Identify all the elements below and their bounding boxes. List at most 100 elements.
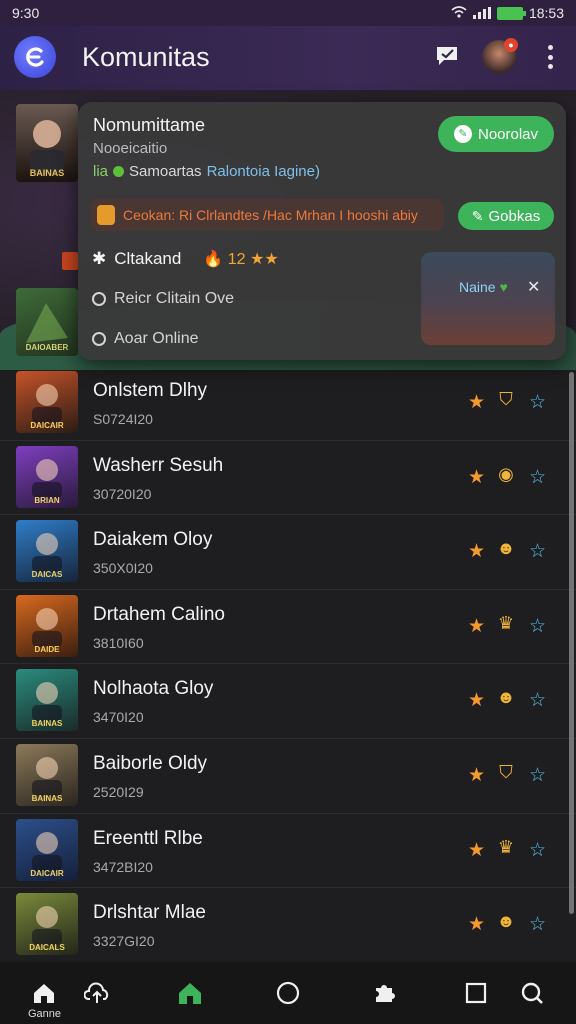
list-item[interactable]: DAICAIR Onlstem Dlhy S0724I20 ★ ⛉ ☆ (0, 366, 576, 441)
popup-meta: lia Samoartas Ralontoia Iagine) (93, 163, 320, 180)
game-thumbnail[interactable]: DAICAS (16, 520, 78, 583)
game-thumbnail[interactable]: BRIAN (16, 445, 78, 508)
circle-icon (92, 332, 106, 346)
list-item[interactable]: BAINAS Nolhaota Gloy 3470I20 ★ ☻ ☆ (0, 664, 576, 739)
signal-icon (472, 7, 491, 19)
star-outline-icon[interactable]: ☆ (529, 615, 546, 638)
featured-side-thumbnail[interactable]: DAIOABER (16, 288, 78, 356)
red-tag-icon (62, 252, 78, 270)
game-thumbnail[interactable]: DAICAIR (16, 371, 78, 433)
meta-link[interactable]: Ralontoia Iagine) (207, 163, 320, 180)
crown-icon[interactable]: ♛ (494, 837, 518, 861)
app-logo-icon[interactable] (14, 36, 56, 78)
game-number: 30720I20 (93, 485, 152, 502)
home-active-icon[interactable] (175, 978, 205, 1008)
level-label: lia (93, 163, 109, 180)
page-title: Komunitas (82, 42, 210, 72)
cloud-upload-icon[interactable] (82, 978, 112, 1008)
game-number: 3327GI20 (93, 933, 155, 950)
coin-icon (97, 205, 115, 225)
puzzle-icon[interactable] (369, 978, 399, 1008)
game-name: Nolhaota Gloy (93, 678, 214, 700)
star-outline-icon[interactable]: ☆ (529, 466, 546, 489)
list-item[interactable]: BRIAN Washerr Sesuh 30720I20 ★ ◉ ☆ (0, 441, 576, 516)
game-number: S0724I20 (93, 411, 153, 427)
star-icon[interactable]: ★ (468, 466, 485, 489)
search-icon[interactable] (517, 978, 547, 1008)
game-number: 3472BI20 (93, 858, 153, 875)
notification-badge: ● (504, 38, 518, 52)
status-bar: 9:30 18:53 (0, 0, 576, 26)
rank-score: 🔥 12 ★★ (203, 251, 279, 268)
mini-card[interactable]: Naine ♥ ✕ (421, 252, 555, 345)
leaf-icon: ✎ (453, 125, 472, 143)
game-thumbnail[interactable]: BAINAS (16, 669, 78, 732)
star-icon[interactable]: ★ (468, 689, 485, 712)
crown-icon[interactable]: ♛ (494, 613, 518, 637)
star-icon[interactable]: ★ (468, 764, 485, 787)
status-right-time: 18:53 (528, 5, 564, 21)
square-icon[interactable] (461, 978, 491, 1008)
star-outline-icon[interactable]: ☆ (529, 839, 546, 862)
game-name: Drlshtar Mlae (93, 902, 206, 924)
star-icon[interactable]: ★ (468, 913, 485, 936)
option-row-2[interactable]: Aoar Online (92, 330, 199, 348)
star-icon[interactable]: ★ (468, 540, 485, 563)
game-name: Daiakem Oloy (93, 529, 213, 551)
game-name: Baiborle Oldy (93, 752, 208, 774)
game-name: Onlstem Dlhy (93, 380, 208, 401)
star-icon[interactable]: ★ (468, 391, 485, 414)
game-thumbnail[interactable]: DAICALS (16, 893, 78, 956)
target-icon[interactable]: ◉ (494, 464, 518, 488)
game-name: Washerr Sesuh (93, 454, 224, 476)
shield-icon[interactable]: ⛉ (494, 389, 518, 413)
option-row-1[interactable]: Reicr Clitain Ove (92, 290, 234, 308)
star-icon[interactable]: ★ (468, 615, 485, 638)
game-thumbnail[interactable]: BAINAS (16, 743, 78, 806)
star-outline-icon[interactable]: ☆ (529, 913, 546, 936)
star-icon[interactable]: ★ (468, 839, 485, 862)
featured-thumbnail[interactable]: BAINAS (16, 104, 78, 182)
star-outline-icon[interactable]: ☆ (529, 391, 546, 414)
banner-action-button[interactable]: ✎ Gobkas (458, 202, 554, 230)
mini-card-label: Naine ♥ (459, 279, 508, 295)
more-icon[interactable] (540, 42, 560, 72)
list-item[interactable]: DAIDE Drtahem Calino 3810I60 ★ ♛ ☆ (0, 590, 576, 665)
profile-popup: Nomumittame Nooeicaitio lia Samoartas Ra… (78, 102, 566, 360)
circle-icon[interactable] (273, 978, 303, 1008)
scrollbar[interactable] (569, 372, 574, 914)
star-outline-icon[interactable]: ☆ (529, 689, 546, 712)
pencil-icon: ✎ (471, 207, 484, 224)
emoji-icon[interactable]: ☻ (494, 911, 518, 935)
nav-label: Ganne (28, 1008, 62, 1020)
game-number: 350X0I20 (93, 560, 153, 577)
wifi-icon (451, 5, 467, 21)
emoji-icon[interactable]: ☻ (494, 538, 518, 562)
close-icon[interactable]: ✕ (527, 277, 540, 297)
shield-icon[interactable]: ⛉ (494, 762, 518, 786)
emoji-icon[interactable]: ☻ (494, 687, 518, 711)
home-icon[interactable] (29, 978, 59, 1008)
promo-banner[interactable]: Ceokan: Ri Clrlandtes /Hac Mrhan I hoosh… (90, 199, 444, 231)
gear-icon: ✱ (92, 249, 107, 268)
game-number: 3810I60 (93, 634, 144, 651)
list-item[interactable]: DAICAS Daiakem Oloy 350X0I20 ★ ☻ ☆ (0, 515, 576, 590)
meta-text: Samoartas (129, 163, 202, 180)
battery-icon (496, 6, 526, 20)
chat-icon[interactable] (433, 42, 461, 70)
star-outline-icon[interactable]: ☆ (529, 540, 546, 563)
game-number: 2520I29 (93, 783, 144, 800)
list-item[interactable]: DAICALS Drlshtar Mlae 3327GI20 ★ ☻ ☆ (0, 888, 576, 963)
avatar[interactable]: ● (482, 38, 518, 74)
game-thumbnail[interactable]: DAIDE (16, 594, 78, 657)
follow-button[interactable]: ✎ Noorolav (438, 116, 554, 152)
rank-row: ✱ Cltakand 🔥 12 ★★ (92, 249, 279, 268)
game-name: Ereenttl Rlbe (93, 827, 203, 849)
online-dot-icon (113, 166, 125, 177)
list-item[interactable]: BAINAS Baiborle Oldy 2520I29 ★ ⛉ ☆ (0, 739, 576, 814)
popup-name: Nomumittame (93, 115, 206, 135)
star-outline-icon[interactable]: ☆ (529, 764, 546, 787)
list-item[interactable]: DAICAIR Ereenttl Rlbe 3472BI20 ★ ♛ ☆ (0, 814, 576, 889)
app-bar: Komunitas ● (0, 26, 576, 90)
game-thumbnail[interactable]: DAICAIR (16, 818, 78, 881)
